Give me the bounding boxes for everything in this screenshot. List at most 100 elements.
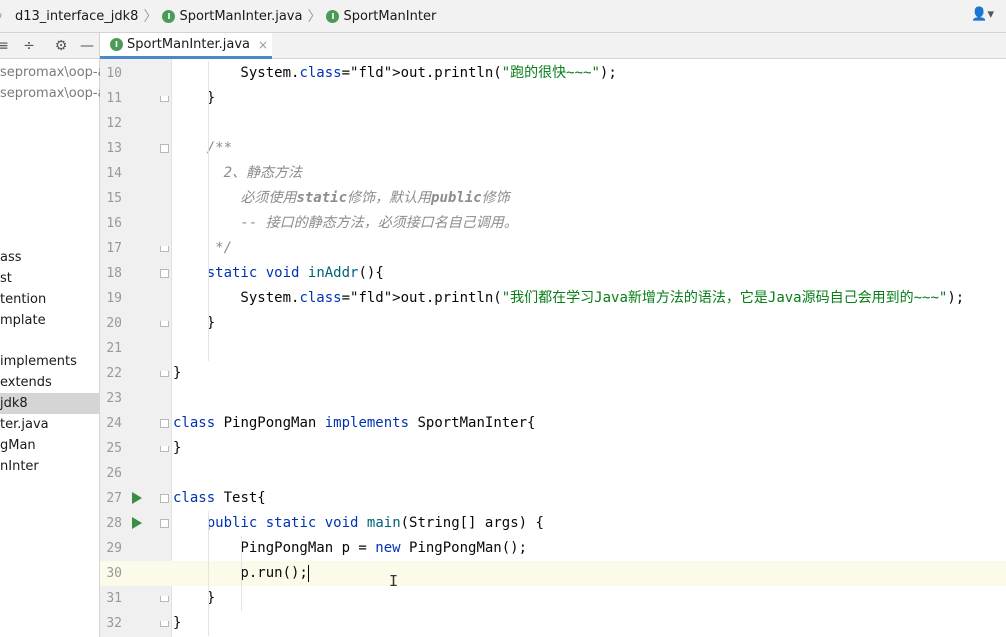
navigation-bar: 〉 d13_interface_jdk8 〉 I SportManInter.j…	[0, 0, 1006, 33]
code-text: static void inAddr(){	[206, 265, 384, 281]
interface-icon: I	[110, 38, 123, 51]
code-line[interactable]: 18 static void inAddr(){	[100, 261, 1006, 286]
line-number: 21	[106, 341, 122, 356]
line-number: 26	[106, 466, 122, 481]
code-line[interactable]: 26	[100, 461, 1006, 486]
project-tree-item[interactable]: st	[0, 268, 100, 289]
chevron-right-icon: 〉	[307, 9, 322, 25]
breadcrumb-file-label: SportManInter.java	[179, 8, 303, 24]
line-number: 29	[106, 541, 122, 556]
breadcrumb-project[interactable]: d13_interface_jdk8	[15, 0, 138, 32]
code-line[interactable]: 28 public static void main(String[] args…	[100, 511, 1006, 536]
line-number: 17	[106, 241, 122, 256]
code-line[interactable]: 25}	[100, 436, 1006, 461]
code-text: }	[173, 365, 182, 381]
user-account-button[interactable]: 👤▾	[971, 7, 994, 22]
fold-marker-icon[interactable]	[160, 144, 169, 153]
code-line[interactable]: 23	[100, 386, 1006, 411]
code-text: }	[173, 590, 216, 606]
line-number: 20	[106, 316, 122, 331]
code-line[interactable]: 20 }	[100, 311, 1006, 336]
line-number: 19	[106, 291, 122, 306]
project-tree-item[interactable]: ass	[0, 247, 100, 268]
editor-tab-bar: I SportManInter.java ×	[100, 33, 1006, 59]
code-line[interactable]: 17 */	[100, 236, 1006, 261]
line-number: 24	[106, 416, 122, 431]
fold-marker-icon[interactable]	[160, 246, 169, 252]
code-line[interactable]: 19 System.class="fld">out.println("我们都在学…	[100, 286, 1006, 311]
code-line[interactable]: 22}	[100, 361, 1006, 386]
code-text: }	[173, 615, 182, 631]
fold-marker-icon[interactable]	[160, 419, 169, 428]
code-line[interactable]: 13 /**	[100, 136, 1006, 161]
breadcrumb-symbol-label: SportManInter	[343, 8, 437, 24]
project-tree-item[interactable]: extends	[0, 372, 100, 393]
breadcrumb-symbol[interactable]: I SportManInter	[326, 0, 436, 32]
hide-panel-icon[interactable]: —	[78, 38, 96, 54]
fold-marker-icon[interactable]	[160, 621, 169, 627]
code-line[interactable]: 21	[100, 336, 1006, 361]
code-line[interactable]: 31 }	[100, 586, 1006, 611]
code-line[interactable]: 14 2、静态方法	[100, 161, 1006, 186]
chevron-right-icon: 〉	[143, 9, 158, 25]
fold-marker-icon[interactable]	[160, 494, 169, 503]
project-toolbar: ≡ ÷ ⚙ —	[0, 33, 100, 59]
code-text: System.class="fld">out.println("跑的很快~~~"…	[173, 65, 617, 81]
code-line[interactable]: 24 class PingPongMan implements SportManI…	[100, 411, 1006, 436]
run-icon[interactable]	[132, 517, 142, 529]
line-number: 12	[106, 116, 122, 131]
line-number: 31	[106, 591, 122, 606]
project-tree-item[interactable]: nInter	[0, 456, 100, 477]
close-icon[interactable]: ×	[258, 38, 268, 52]
code-line[interactable]: 12	[100, 111, 1006, 136]
code-text: System.class="fld">out.println("我们都在学习Ja…	[173, 290, 965, 306]
fold-marker-icon[interactable]	[160, 321, 169, 327]
code-line[interactable]: 11 }	[100, 86, 1006, 111]
tab-sportmaninter-java[interactable]: I SportManInter.java ×	[100, 33, 272, 59]
collapse-all-icon[interactable]: ≡	[0, 38, 12, 54]
code-text: class Test{	[173, 490, 266, 506]
project-tree-item[interactable]: implements	[0, 351, 100, 372]
project-tree-item[interactable]: sepromax\oop-a	[0, 62, 100, 83]
project-tree-item[interactable]: ter.java	[0, 414, 100, 435]
run-icon[interactable]	[132, 492, 142, 504]
chevron-right-icon: 〉	[0, 6, 10, 26]
project-tree-item[interactable]: jdk8	[0, 393, 100, 414]
code-text: }	[173, 440, 182, 456]
expand-all-icon[interactable]: ÷	[20, 38, 38, 54]
code-line[interactable]: 16 -- 接口的静态方法，必须接口名自己调用。	[100, 211, 1006, 236]
code-text: }	[173, 315, 216, 331]
interface-icon: I	[326, 9, 340, 23]
interface-icon: I	[162, 9, 176, 23]
code-line[interactable]: 15 必须使用static修饰，默认用public修饰	[100, 186, 1006, 211]
line-number: 28	[106, 516, 122, 531]
fold-marker-icon[interactable]	[160, 371, 169, 377]
line-number: 16	[106, 216, 122, 231]
text-cursor-icon: I	[389, 572, 399, 590]
code-line[interactable]: 10 System.class="fld">out.println("跑的很快~…	[100, 61, 1006, 86]
code-text: /**	[173, 140, 233, 156]
project-tree-item[interactable]: gMan	[0, 435, 100, 456]
project-tree: sepromax\oop-a sepromax\oop-a ass st tention…	[0, 59, 100, 637]
fold-marker-icon[interactable]	[160, 446, 169, 452]
code-line[interactable]: 30 p.run();	[100, 561, 1006, 586]
gear-icon[interactable]: ⚙	[52, 38, 70, 54]
code-text: */	[173, 240, 233, 256]
fold-marker-icon[interactable]	[160, 96, 169, 102]
fold-marker-icon[interactable]	[160, 596, 169, 602]
line-number: 23	[106, 391, 122, 406]
fold-marker-icon[interactable]	[160, 519, 169, 528]
project-tree-item[interactable]: sepromax\oop-a	[0, 83, 100, 104]
code-line[interactable]: 32}	[100, 611, 1006, 636]
code-text: PingPongMan p = new PingPongMan();	[173, 540, 528, 556]
line-number: 30	[106, 566, 122, 581]
project-tree-item[interactable]: tention	[0, 289, 100, 310]
breadcrumb-file[interactable]: I SportManInter.java	[162, 0, 302, 32]
code-line[interactable]: 29 PingPongMan p = new PingPongMan();	[100, 536, 1006, 561]
code-line[interactable]: 27 class Test{	[100, 486, 1006, 511]
code-editor[interactable]: 10 System.class="fld">out.println("跑的很快~…	[100, 59, 1006, 637]
indent-guide	[207, 511, 209, 636]
project-tree-item[interactable]: mplate	[0, 310, 100, 331]
fold-marker-icon[interactable]	[160, 269, 169, 278]
tab-label: SportManInter.java	[127, 37, 251, 52]
